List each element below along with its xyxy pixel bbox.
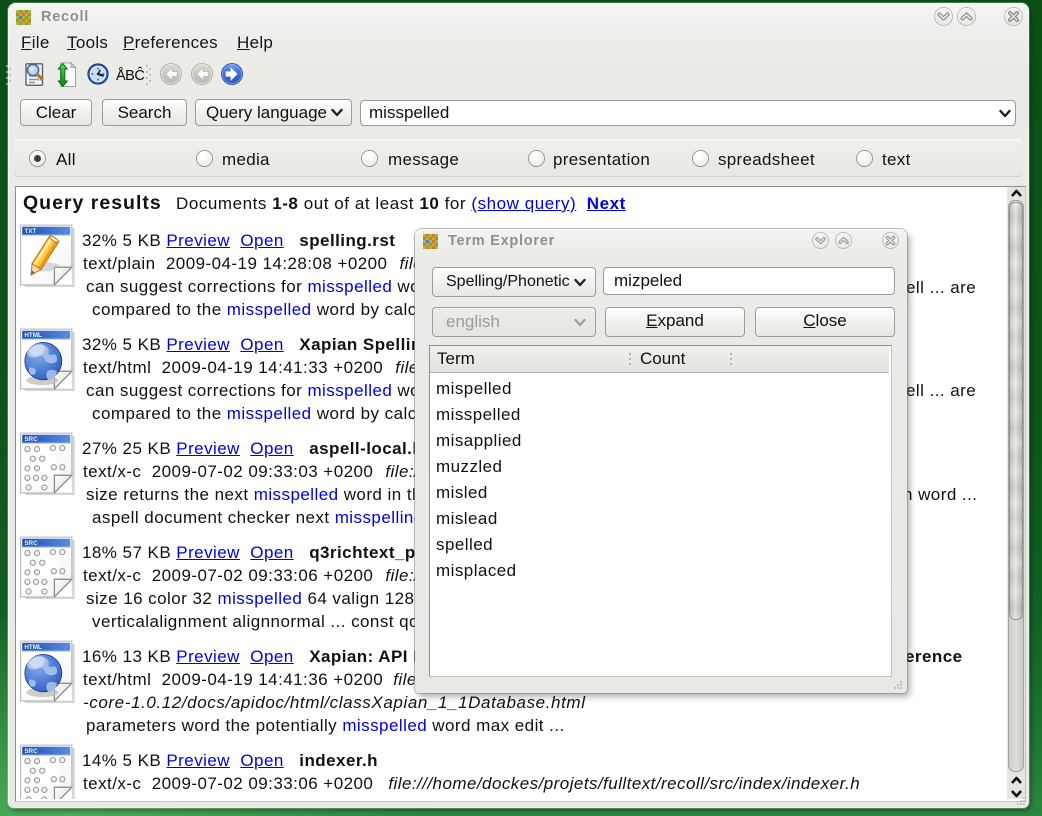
svg-text:ÅBĈ: ÅBĈ xyxy=(116,67,144,84)
